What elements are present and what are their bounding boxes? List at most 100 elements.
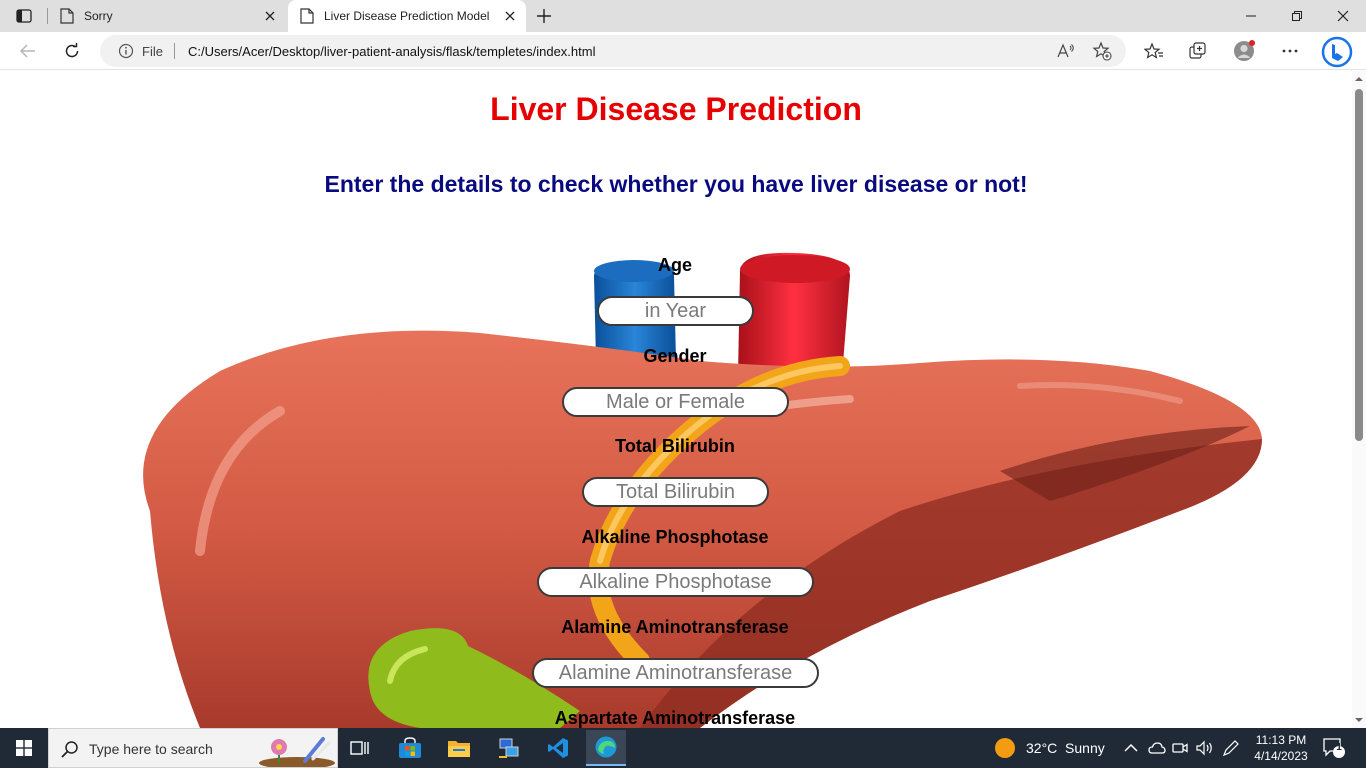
new-tab-button[interactable] — [532, 4, 556, 28]
close-icon — [505, 11, 515, 21]
edge-taskbar-button[interactable] — [586, 730, 626, 766]
settings-menu-button[interactable] — [1276, 37, 1304, 65]
pen-tray-button[interactable] — [1222, 728, 1240, 768]
total-bilirubin-input[interactable] — [582, 477, 769, 507]
pen-icon — [1222, 740, 1239, 757]
address-divider — [174, 43, 175, 59]
refresh-button[interactable] — [58, 37, 86, 65]
close-icon — [265, 11, 275, 21]
gender-input[interactable] — [562, 387, 789, 417]
star-plus-icon — [1092, 41, 1112, 61]
tab-liver-disease-prediction-model[interactable]: Liver Disease Prediction Model — [288, 0, 526, 32]
alkaline-phosphotase-label: Alkaline Phosphotase — [581, 527, 769, 547]
add-favorite-button[interactable] — [1092, 41, 1112, 61]
alkaline-phosphotase-input[interactable] — [537, 567, 814, 597]
tab-title: Liver Disease Prediction Model — [324, 9, 490, 23]
total-bilirubin-label: Total Bilirubin — [615, 436, 735, 456]
task-view-icon — [350, 741, 369, 755]
refresh-icon — [65, 43, 79, 58]
store-icon — [399, 737, 421, 758]
aspartate-aminotransferase-label: Aspartate Aminotransferase — [554, 708, 796, 728]
vscode-icon — [548, 738, 568, 758]
taskbar-search-box[interactable]: Type here to search — [48, 728, 338, 768]
page-scrollbar[interactable] — [1352, 71, 1366, 728]
close-tab-button[interactable] — [502, 8, 518, 24]
windows-logo-icon — [16, 740, 32, 756]
url-text[interactable]: C:/Users/Acer/Desktop/liver-patient-anal… — [188, 44, 595, 59]
chevron-up-icon — [1124, 743, 1138, 752]
folder-icon — [448, 741, 470, 757]
search-placeholder: Type here to search — [89, 741, 213, 757]
bing-icon — [1321, 36, 1353, 68]
tab-actions-icon — [16, 9, 32, 23]
favorites-button[interactable] — [1140, 37, 1168, 65]
scroll-down-icon[interactable] — [1355, 716, 1363, 724]
onedrive-tray-button[interactable] — [1148, 728, 1166, 768]
show-hidden-icons-button[interactable] — [1124, 728, 1138, 768]
network-app-icon — [499, 738, 519, 758]
speaker-icon — [1196, 740, 1212, 756]
restore-icon — [1292, 11, 1302, 21]
profile-button[interactable] — [1230, 37, 1258, 65]
tab-bar: Sorry Liver Disease Prediction Model — [0, 0, 1366, 32]
collections-button[interactable] — [1184, 37, 1212, 65]
search-icon — [61, 741, 78, 758]
more-icon — [1282, 49, 1298, 53]
page-icon — [60, 8, 74, 24]
scroll-up-icon[interactable] — [1355, 75, 1363, 83]
time-text: 11:13 PM — [1255, 733, 1307, 747]
search-highlight-art-icon — [259, 737, 335, 767]
minimize-button[interactable] — [1228, 0, 1274, 32]
page-icon — [300, 8, 314, 24]
clock[interactable]: 11:13 PM 4/14/2023 — [1246, 732, 1316, 764]
tab-actions-button[interactable] — [8, 4, 40, 28]
gender-label: Gender — [643, 346, 707, 366]
minimize-icon — [1246, 15, 1256, 17]
file-explorer-button[interactable] — [439, 732, 479, 764]
weather-text: 32°C Sunny — [1026, 740, 1105, 756]
tab-sorry[interactable]: Sorry — [48, 0, 286, 32]
bing-chat-button[interactable] — [1320, 35, 1354, 69]
address-bar[interactable]: File C:/Users/Acer/Desktop/liver-patient… — [100, 35, 1126, 67]
collections-icon — [1189, 42, 1206, 59]
alamine-aminotransferase-input[interactable] — [532, 658, 819, 688]
age-label: Age — [657, 255, 692, 275]
weather-widget[interactable]: 32°C Sunny — [994, 728, 1105, 768]
volume-button[interactable] — [1196, 728, 1214, 768]
page-title: Liver Disease Prediction — [490, 91, 862, 127]
back-arrow-icon — [20, 44, 35, 58]
close-window-button[interactable] — [1320, 0, 1366, 32]
restore-button[interactable] — [1274, 0, 1320, 32]
avatar-icon — [1234, 40, 1255, 61]
meet-now-tray-button[interactable] — [1172, 728, 1188, 768]
task-view-button[interactable] — [340, 732, 380, 764]
alamine-aminotransferase-label: Alamine Aminotransferase — [561, 617, 789, 637]
sun-icon — [995, 738, 1015, 758]
page-subtitle: Enter the details to check whether you h… — [324, 171, 1028, 197]
back-button[interactable] — [14, 37, 42, 65]
close-tab-button[interactable] — [262, 8, 278, 24]
taskbar: Type here to search 32°C Sunny 11:13 PM … — [0, 728, 1366, 768]
scroll-thumb[interactable] — [1355, 89, 1363, 441]
age-input[interactable] — [597, 296, 754, 326]
read-aloud-icon — [1057, 43, 1074, 58]
notifications-button[interactable]: 1 — [1322, 728, 1346, 768]
info-icon — [118, 43, 134, 59]
close-icon — [1337, 10, 1349, 22]
notification-count: 1 — [1336, 742, 1342, 753]
read-aloud-button[interactable] — [1056, 41, 1076, 61]
edge-icon — [595, 736, 617, 758]
vscode-button[interactable] — [538, 732, 578, 764]
date-text: 4/14/2023 — [1254, 749, 1308, 763]
cloud-icon — [1148, 742, 1166, 754]
plus-icon — [537, 9, 551, 23]
microsoft-store-button[interactable] — [390, 732, 430, 764]
network-app-button[interactable] — [489, 732, 529, 764]
browser-toolbar: File C:/Users/Acer/Desktop/liver-patient… — [0, 32, 1366, 70]
page-content: Liver Disease Prediction Enter the detai… — [0, 71, 1352, 728]
camera-icon — [1172, 743, 1188, 753]
favorites-icon — [1144, 42, 1163, 59]
start-button[interactable] — [0, 728, 48, 768]
tab-title: Sorry — [84, 9, 113, 23]
file-scheme-label: File — [142, 44, 163, 59]
